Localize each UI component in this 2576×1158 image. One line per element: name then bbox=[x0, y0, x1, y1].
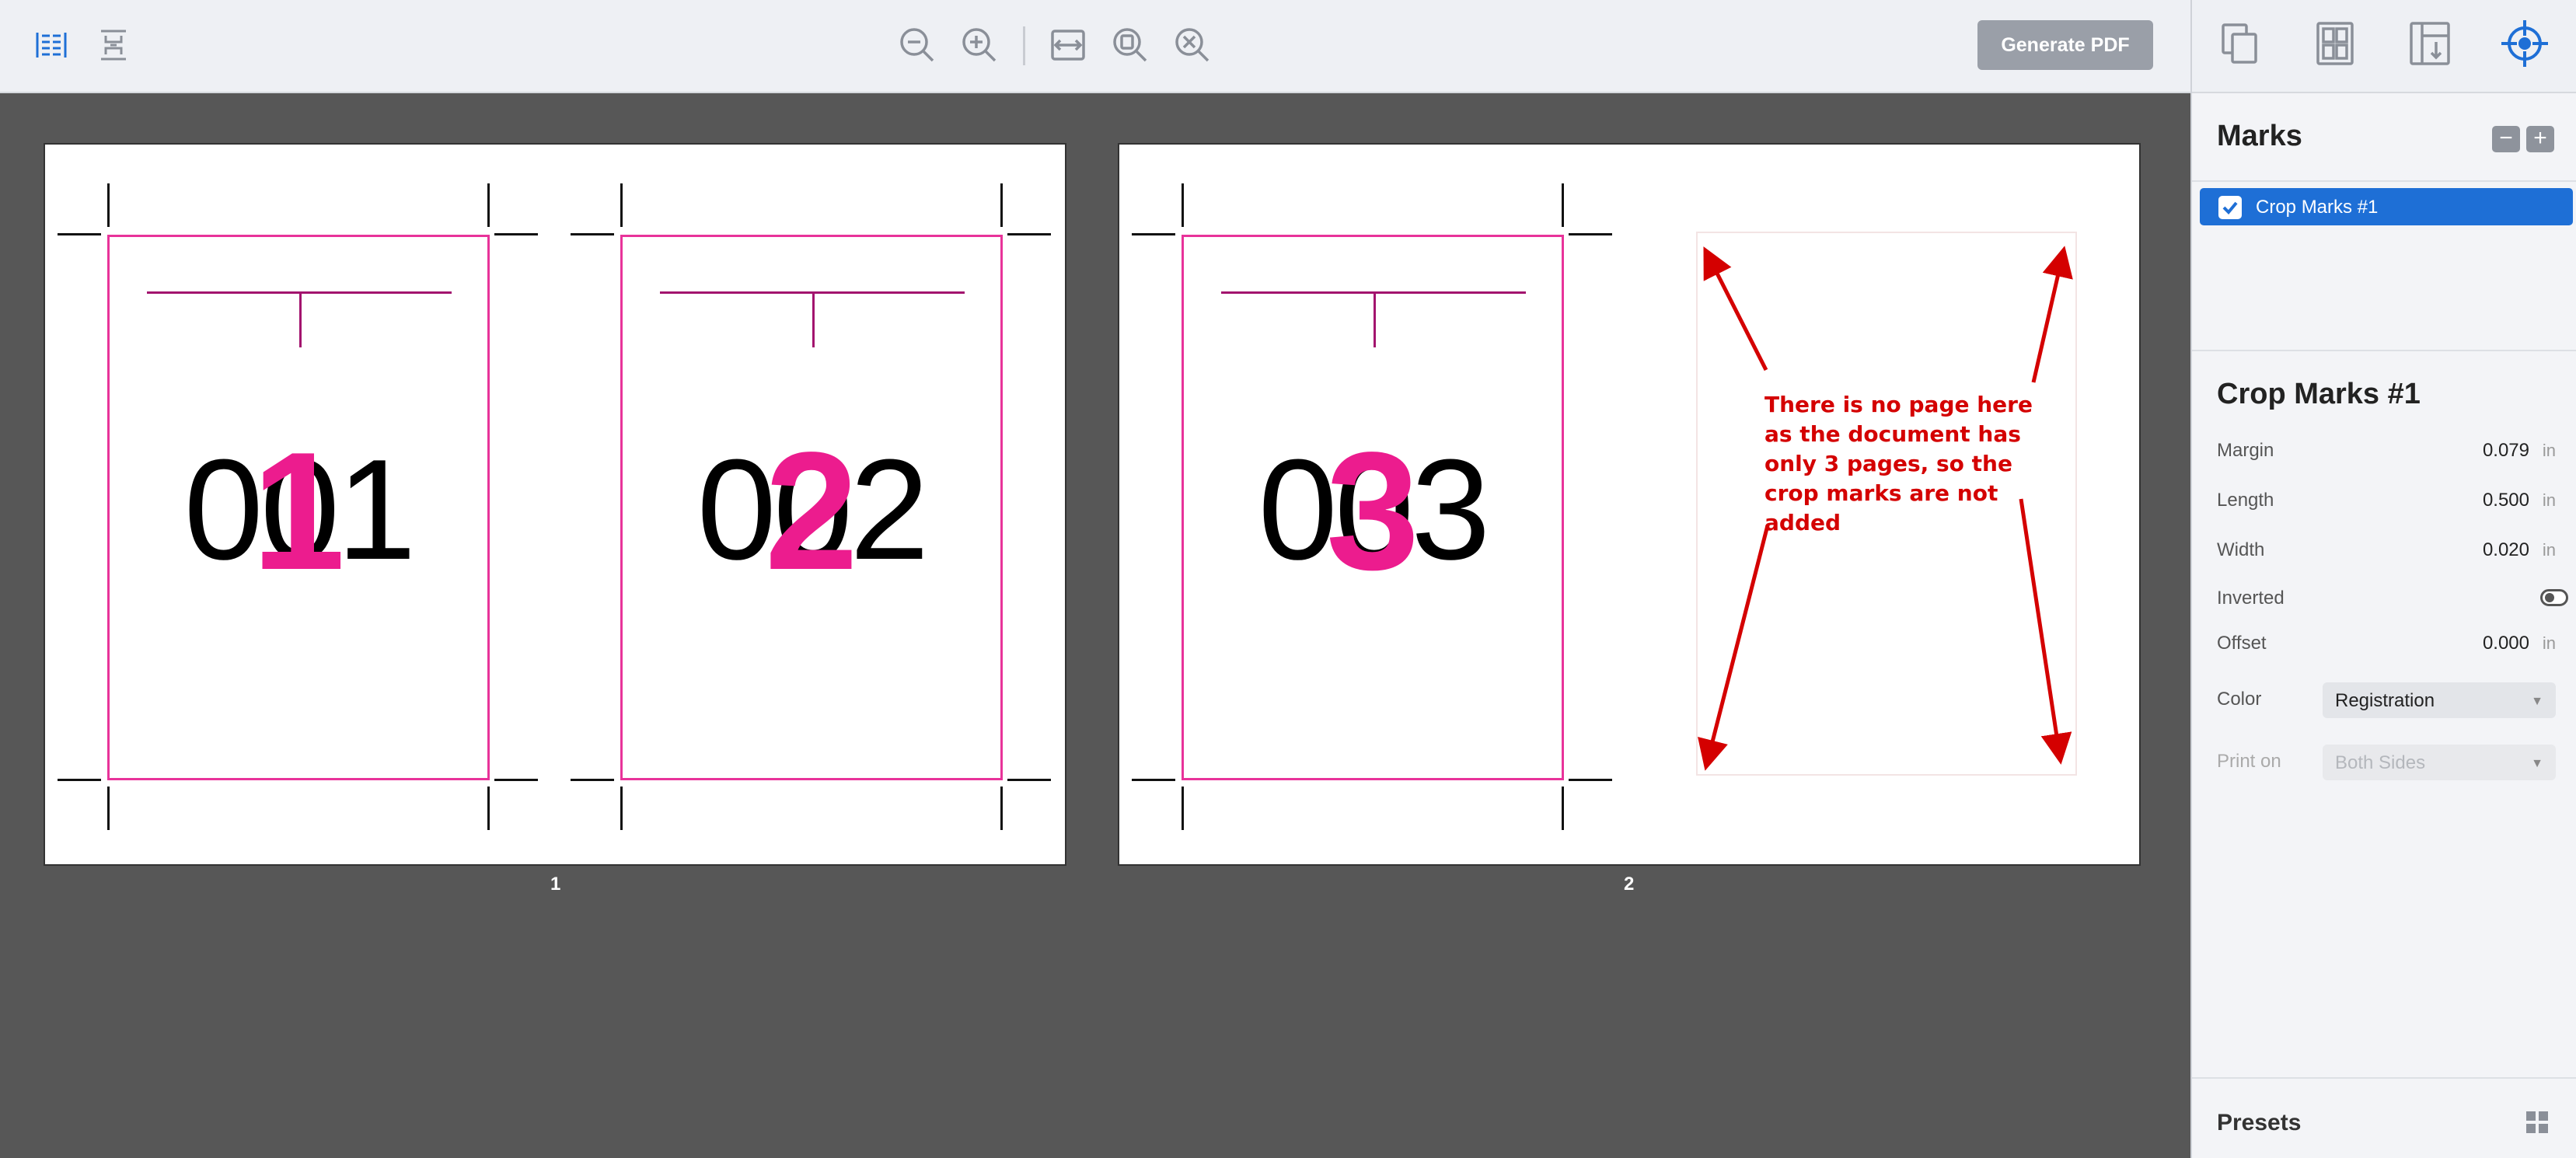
margin-unit: in bbox=[2542, 441, 2556, 460]
crop-mark bbox=[1007, 233, 1051, 235]
crop-mark bbox=[1000, 787, 1003, 830]
fit-width-icon[interactable] bbox=[1046, 23, 1090, 67]
crop-mark bbox=[487, 787, 490, 830]
properties-title: Crop Marks #1 bbox=[2217, 378, 2421, 410]
length-value[interactable]: 0.500 bbox=[2483, 490, 2529, 511]
divider bbox=[2192, 350, 2576, 351]
crop-mark bbox=[494, 779, 538, 781]
color-label: Color bbox=[2217, 689, 2262, 710]
sheet: 001 1 002 2 bbox=[44, 143, 1066, 866]
color-select[interactable]: Registration ▼ bbox=[2323, 682, 2556, 718]
inverted-label: Inverted bbox=[2217, 588, 2285, 609]
crop-mark bbox=[571, 233, 614, 235]
page-overlay-number: 1 bbox=[251, 417, 346, 605]
chevron-down-icon: ▼ bbox=[2531, 695, 2543, 708]
crop-mark bbox=[107, 787, 110, 830]
crop-mark bbox=[58, 779, 101, 781]
crop-mark bbox=[1007, 779, 1051, 781]
annotation-arrows bbox=[1698, 246, 2073, 771]
length-unit: in bbox=[2542, 490, 2556, 510]
check-icon bbox=[2222, 201, 2238, 215]
toggle-knob bbox=[2545, 593, 2554, 602]
chevron-down-icon: ▼ bbox=[2531, 757, 2543, 770]
layout-icon[interactable] bbox=[2310, 19, 2360, 68]
color-select-value: Registration bbox=[2335, 690, 2435, 711]
zoom-in-icon[interactable] bbox=[958, 23, 1001, 67]
crop-mark bbox=[487, 183, 490, 227]
inspector-tabs bbox=[2192, 0, 2576, 93]
divider bbox=[2192, 180, 2576, 182]
page-trim-box: 002 2 bbox=[620, 235, 1003, 780]
pages-icon[interactable] bbox=[2215, 19, 2265, 68]
print-on-label: Print on bbox=[2217, 751, 2281, 772]
grid-icon[interactable] bbox=[2525, 1110, 2550, 1135]
spread-view-icon[interactable] bbox=[30, 23, 73, 67]
crop-mark bbox=[494, 233, 538, 235]
inspector-panel: Marks − + Crop Marks #1 Crop Marks #1 Ma… bbox=[2190, 0, 2576, 1158]
crop-mark bbox=[58, 233, 101, 235]
margin-value[interactable]: 0.079 bbox=[2483, 440, 2529, 462]
inverted-toggle[interactable] bbox=[2540, 589, 2568, 606]
zoom-page-icon[interactable] bbox=[1108, 23, 1152, 67]
crop-mark bbox=[1000, 183, 1003, 227]
zoom-out-icon[interactable] bbox=[895, 23, 939, 67]
print-on-select-value: Both Sides bbox=[2335, 752, 2426, 773]
offset-unit: in bbox=[2542, 633, 2556, 653]
add-mark-button[interactable]: + bbox=[2526, 126, 2554, 152]
offset-value[interactable]: 0.000 bbox=[2483, 633, 2529, 654]
mark-enabled-checkbox[interactable] bbox=[2218, 196, 2242, 219]
presets-label[interactable]: Presets bbox=[2217, 1110, 2301, 1136]
crop-mark bbox=[620, 787, 623, 830]
zoom-fit-icon[interactable] bbox=[1171, 23, 1214, 67]
marks-icon[interactable] bbox=[2500, 19, 2550, 68]
offset-label: Offset bbox=[2217, 633, 2267, 654]
page-header-stem bbox=[812, 291, 815, 347]
divider bbox=[2192, 1077, 2576, 1079]
marks-heading: Marks bbox=[2217, 120, 2302, 152]
crop-mark bbox=[107, 183, 110, 227]
crop-mark bbox=[620, 183, 623, 227]
generate-pdf-button[interactable]: Generate PDF bbox=[1977, 20, 2153, 70]
top-toolbar: Generate PDF bbox=[0, 0, 2190, 93]
width-label: Width bbox=[2217, 539, 2265, 560]
remove-mark-button[interactable]: − bbox=[2492, 126, 2520, 152]
margins-icon[interactable] bbox=[2405, 19, 2455, 68]
page-overlay-number: 2 bbox=[764, 417, 859, 605]
print-on-select[interactable]: Both Sides ▼ bbox=[2323, 745, 2556, 780]
toolbar-separator bbox=[1023, 26, 1025, 65]
single-page-view-icon[interactable] bbox=[92, 23, 135, 67]
width-unit: in bbox=[2542, 540, 2556, 560]
page-trim-box: 001 1 bbox=[107, 235, 490, 780]
mark-item-label: Crop Marks #1 bbox=[2256, 197, 2379, 218]
sheet: 003 3 There is no page here as the docum… bbox=[1118, 143, 2141, 866]
page-header-stem bbox=[299, 291, 302, 347]
width-value[interactable]: 0.020 bbox=[2483, 539, 2529, 561]
length-label: Length bbox=[2217, 490, 2274, 511]
sheet-number: 1 bbox=[550, 874, 561, 895]
crop-mark bbox=[571, 779, 614, 781]
sheet-number: 2 bbox=[1624, 874, 1635, 895]
marks-list-item[interactable]: Crop Marks #1 bbox=[2200, 188, 2573, 225]
margin-label: Margin bbox=[2217, 440, 2274, 461]
